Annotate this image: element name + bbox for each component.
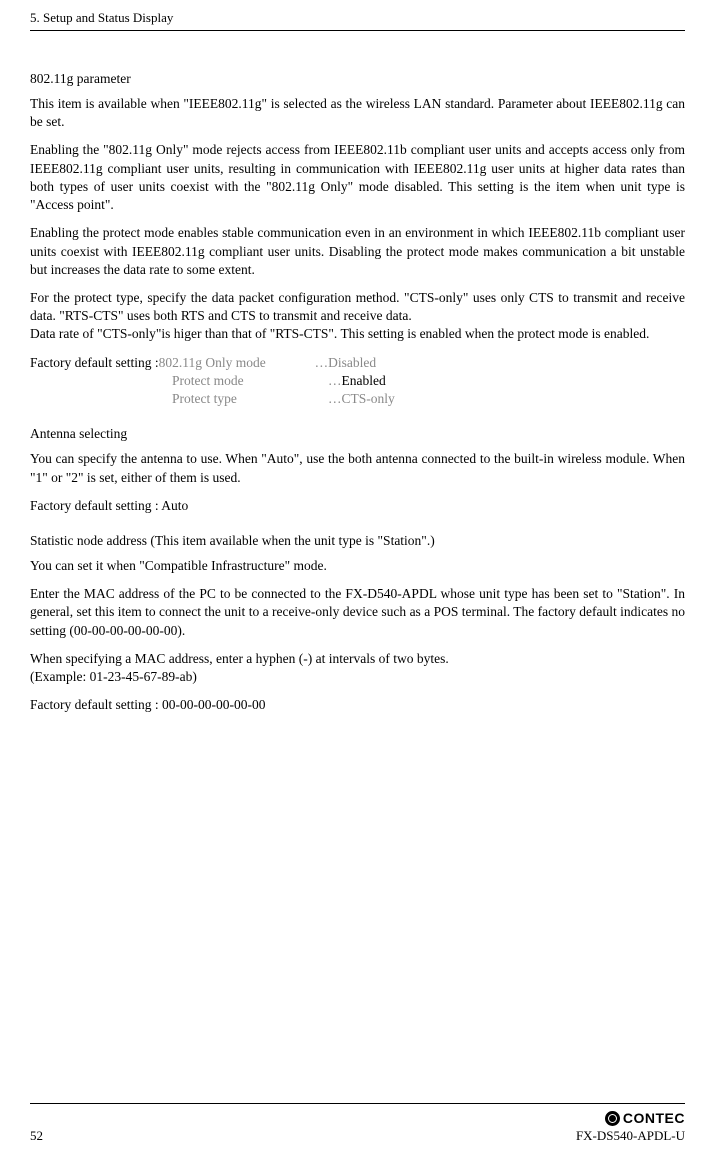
default-value: Enabled — [342, 372, 386, 390]
dots: … — [315, 354, 329, 372]
section-title: Statistic node address (This item availa… — [30, 533, 685, 549]
default-key: Protect type — [172, 390, 328, 408]
section-statistic-node: Statistic node address (This item availa… — [30, 533, 685, 715]
header-title: 5. Setup and Status Display — [30, 10, 173, 25]
factory-defaults: Factory default setting : 802.11g Only m… — [30, 354, 685, 409]
dots: … — [328, 372, 342, 390]
page-number: 52 — [30, 1128, 43, 1144]
model-number: FX-DS540-APDL-U — [576, 1128, 685, 1144]
paragraph: For the protect type, specify the data p… — [30, 289, 685, 344]
contec-logo: CONTEC — [576, 1110, 685, 1126]
default-row: Factory default setting : 802.11g Only m… — [30, 354, 685, 372]
section-antenna: Antenna selecting You can specify the an… — [30, 426, 685, 515]
paragraph: When specifying a MAC address, enter a h… — [30, 650, 685, 686]
indent — [30, 390, 172, 408]
section-title: Antenna selecting — [30, 426, 685, 442]
paragraph: Factory default setting : Auto — [30, 497, 685, 515]
page-footer: 52 CONTEC FX-DS540-APDL-U — [30, 1103, 685, 1144]
section-title: 802.11g parameter — [30, 71, 685, 87]
section-80211g: 802.11g parameter This item is available… — [30, 71, 685, 408]
default-key: Protect mode — [172, 372, 328, 390]
paragraph: You can set it when "Compatible Infrastr… — [30, 557, 685, 575]
paragraph: Enabling the "802.11g Only" mode rejects… — [30, 141, 685, 214]
footer-right: CONTEC FX-DS540-APDL-U — [576, 1110, 685, 1144]
page-header: 5. Setup and Status Display — [30, 10, 685, 31]
default-value: CTS-only — [342, 390, 395, 408]
paragraph: Factory default setting : 00-00-00-00-00… — [30, 696, 685, 714]
default-row: Protect mode … Enabled — [30, 372, 685, 390]
defaults-label: Factory default setting : — [30, 354, 159, 372]
contec-brand: CONTEC — [623, 1110, 685, 1126]
paragraph: This item is available when "IEEE802.11g… — [30, 95, 685, 131]
paragraph: Enter the MAC address of the PC to be co… — [30, 585, 685, 640]
dots: … — [328, 390, 342, 408]
indent — [30, 372, 172, 390]
default-row: Protect type … CTS-only — [30, 390, 685, 408]
paragraph: You can specify the antenna to use. When… — [30, 450, 685, 486]
paragraph: Enabling the protect mode enables stable… — [30, 224, 685, 279]
default-value: Disabled — [328, 354, 376, 372]
contec-circle-icon — [605, 1111, 620, 1126]
default-key: 802.11g Only mode — [159, 354, 315, 372]
